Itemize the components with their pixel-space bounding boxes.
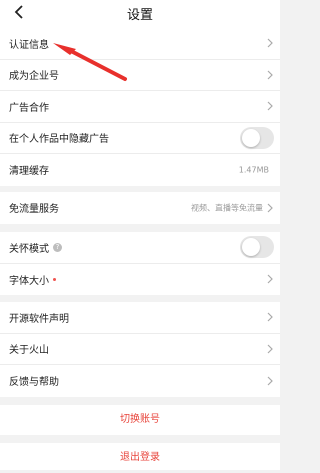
font-size-label: 字体大小 <box>9 275 49 287</box>
top-bar: 设置 <box>0 0 280 28</box>
chevron-right-icon <box>267 38 273 48</box>
display-settings-group: 关怀模式 ? 字体大小 <box>0 232 280 295</box>
verify-info-label: 认证信息 <box>9 39 49 51</box>
feedback-label: 反馈与帮助 <box>9 377 59 389</box>
chevron-right-icon <box>267 376 273 386</box>
toggle-knob <box>242 128 260 147</box>
hide-ads-row: 在个人作品中隐藏广告 <box>0 122 280 154</box>
free-traffic-hint: 视频、直播等免流量 <box>191 203 263 213</box>
page-title: 设置 <box>126 8 153 23</box>
enterprise-row[interactable]: 成为企业号 <box>0 59 280 91</box>
about-settings-group: 开源软件声明 关于火山 反馈与帮助 <box>0 302 280 397</box>
care-mode-row: 关怀模式 ? <box>0 232 280 264</box>
open-source-label: 开源软件声明 <box>9 313 69 325</box>
about-row[interactable]: 关于火山 <box>0 333 280 365</box>
switch-account-button[interactable]: 切换账号 <box>0 405 280 435</box>
chevron-right-icon <box>267 344 273 354</box>
data-settings-group: 免流量服务 视频、直播等免流量 <box>0 192 280 224</box>
hide-ads-toggle[interactable] <box>240 126 274 149</box>
chevron-right-icon <box>267 70 273 80</box>
ads-cooperation-label: 广告合作 <box>9 102 49 114</box>
help-icon[interactable]: ? <box>53 242 62 252</box>
font-size-row[interactable]: 字体大小 <box>0 263 280 295</box>
care-mode-label: 关怀模式 <box>9 243 49 255</box>
about-label: 关于火山 <box>9 345 49 357</box>
clear-cache-label: 清理缓存 <box>9 166 49 178</box>
free-traffic-row[interactable]: 免流量服务 视频、直播等免流量 <box>0 192 280 224</box>
chevron-right-icon <box>267 274 273 284</box>
new-badge-dot <box>53 277 56 281</box>
account-settings-group: 认证信息 成为企业号 广告合作 在个人作品中隐藏广告 清理缓存 1.47MB <box>0 28 280 186</box>
chevron-right-icon <box>267 312 273 322</box>
enterprise-label: 成为企业号 <box>9 71 59 83</box>
free-traffic-label: 免流量服务 <box>9 204 59 216</box>
toggle-knob <box>242 238 260 257</box>
logout-button[interactable]: 退出登录 <box>0 443 280 470</box>
cache-size: 1.47MB <box>238 165 269 175</box>
clear-cache-row[interactable]: 清理缓存 1.47MB <box>0 154 280 186</box>
verify-info-row[interactable]: 认证信息 <box>0 28 280 60</box>
chevron-right-icon <box>267 101 273 111</box>
chevron-right-icon <box>267 203 273 213</box>
ads-cooperation-row[interactable]: 广告合作 <box>0 91 280 123</box>
care-mode-toggle[interactable] <box>240 236 274 259</box>
feedback-row[interactable]: 反馈与帮助 <box>0 365 280 397</box>
open-source-row[interactable]: 开源软件声明 <box>0 302 280 334</box>
hide-ads-label: 在个人作品中隐藏广告 <box>9 134 109 146</box>
